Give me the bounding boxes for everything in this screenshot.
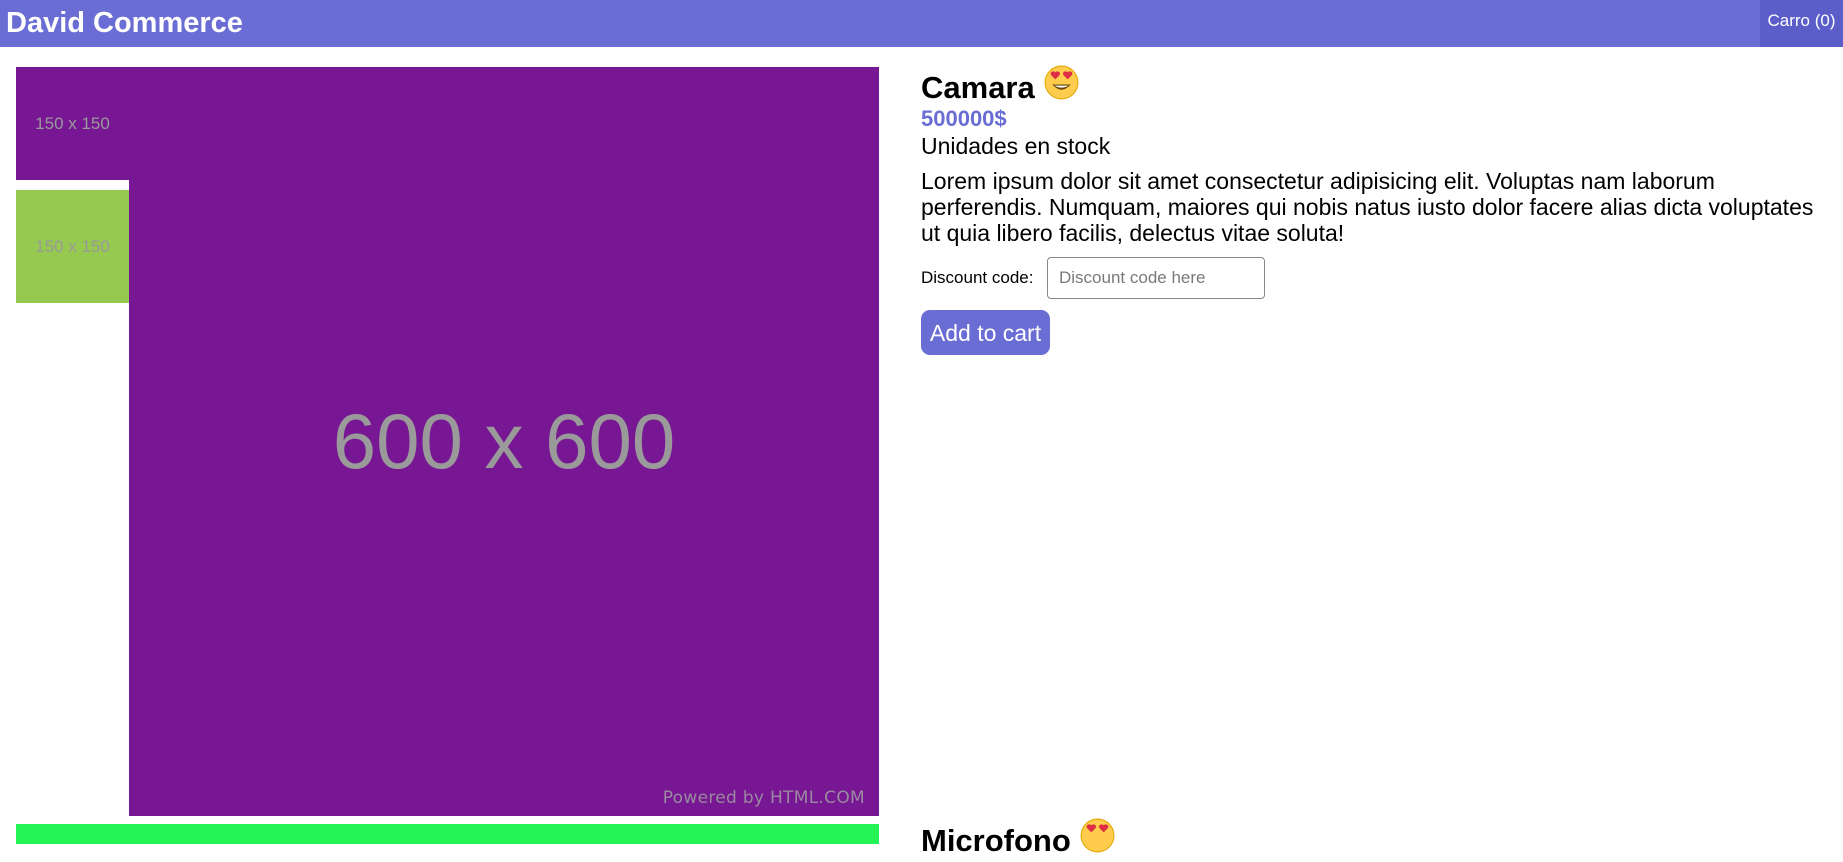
thumbnail-gap: [16, 180, 129, 190]
next-product-title-text: Microfono: [921, 823, 1071, 858]
add-to-cart-button[interactable]: Add to cart: [921, 310, 1050, 355]
product-title-text: Camara: [921, 70, 1035, 105]
discount-code-input[interactable]: [1047, 257, 1265, 299]
discount-code-label: Discount code:: [921, 268, 1034, 287]
brand-logo-text[interactable]: David Commerce: [6, 7, 243, 39]
next-product-image: [16, 824, 879, 844]
product-title: Camara: [921, 65, 1080, 109]
main-image-caption: Powered by HTML.COM: [662, 788, 865, 808]
cart-button[interactable]: Carro (0): [1760, 0, 1843, 47]
main-image-size-label: 600 x 600: [332, 397, 676, 485]
top-navbar: David Commerce Carro (0): [0, 0, 1843, 47]
thumbnail-column-blank: [16, 303, 129, 816]
product-price: 500000$: [921, 106, 1007, 131]
heart-eyes-emoji-icon: [1079, 817, 1116, 862]
thumbnail-1[interactable]: 150 x 150: [16, 67, 129, 180]
thumbnail-2[interactable]: 150 x 150: [16, 190, 129, 303]
product-description: Lorem ipsum dolor sit amet consectetur a…: [921, 168, 1814, 246]
thumbnail-1-label: 150 x 150: [35, 113, 110, 133]
stock-status: Unidades en stock: [921, 133, 1111, 159]
next-product-title: Microfono: [921, 818, 1116, 862]
heart-eyes-emoji-icon: [1043, 64, 1080, 109]
thumbnail-2-label: 150 x 150: [35, 236, 110, 256]
main-product-image: 600 x 600 Powered by HTML.COM: [16, 67, 879, 816]
